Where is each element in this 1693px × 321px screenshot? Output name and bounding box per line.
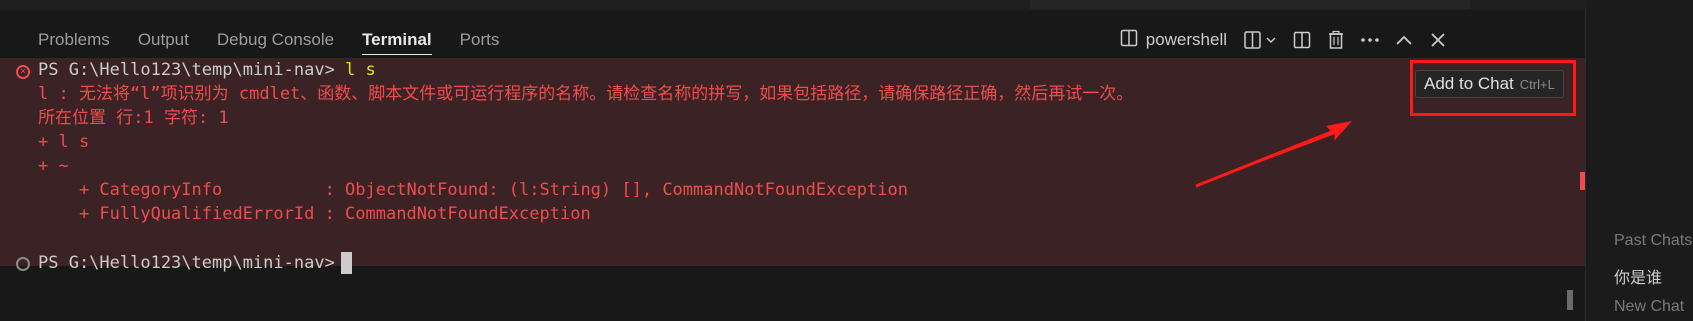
error-line: 所在位置 行:1 字符: 1 [38, 108, 229, 128]
error-line: + l s [38, 132, 90, 152]
tab-terminal[interactable]: Terminal [362, 26, 432, 55]
prompt-text: PS G:\Hello123\temp\mini-nav> [38, 253, 335, 273]
error-line: + ~ [38, 156, 69, 176]
more-actions-icon[interactable] [1353, 26, 1387, 54]
prompt-text: PS G:\Hello123\temp\mini-nav> [38, 60, 335, 80]
chat-side-panel: Past Chats 你是谁 New Chat [1586, 0, 1693, 321]
shell-label: powershell [1145, 30, 1227, 49]
tab-ports[interactable]: Ports [460, 26, 500, 54]
split-terminal-button[interactable] [1285, 26, 1319, 54]
command-text: l s [345, 60, 376, 80]
scrollbar-thumb[interactable] [1567, 290, 1573, 310]
side-item-past-chats[interactable]: Past Chats [1614, 232, 1692, 250]
annotation-highlight-box [1410, 60, 1576, 116]
editor-fragment [1030, 0, 1470, 9]
panel-actions: powershell [1120, 24, 1585, 56]
error-decoration-icon[interactable]: × [16, 65, 30, 79]
command-decoration-icon[interactable] [16, 257, 30, 271]
shell-selector[interactable]: powershell [1120, 29, 1227, 52]
tab-debug-console[interactable]: Debug Console [217, 26, 334, 54]
tab-problems[interactable]: Problems [38, 26, 110, 54]
error-line: + CategoryInfo : ObjectNotFound: (l:Stri… [38, 180, 908, 200]
terminal-cursor [340, 252, 352, 274]
maximize-panel-chevron-up-icon[interactable] [1387, 26, 1421, 54]
close-panel-icon[interactable] [1421, 26, 1455, 54]
tab-output[interactable]: Output [138, 26, 189, 54]
terminal-split-icon [1120, 29, 1138, 52]
trash-icon[interactable] [1319, 26, 1353, 54]
split-terminal-dropdown-button[interactable] [1241, 26, 1285, 54]
error-line: l : 无法将“l”项识别为 cmdlet、函数、脚本文件或可运行程序的名称。请… [38, 84, 1134, 104]
panel-tabs: Problems Output Debug Console Terminal P… [0, 24, 499, 56]
terminal-line: PS G:\Hello123\temp\mini-nav> l s [38, 58, 376, 82]
scrollbar-error-marker [1580, 172, 1585, 190]
side-item-chat[interactable]: 你是谁 [1614, 264, 1662, 288]
terminal-line: PS G:\Hello123\temp\mini-nav> [38, 251, 352, 275]
error-line: + FullyQualifiedErrorId : CommandNotFoun… [38, 204, 591, 224]
side-item-new-chat[interactable]: New Chat [1614, 298, 1684, 316]
